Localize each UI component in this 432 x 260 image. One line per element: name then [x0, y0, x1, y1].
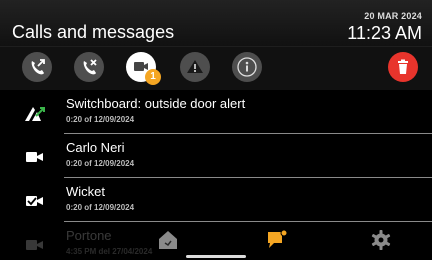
clock: 11:23 AM [347, 23, 422, 43]
list-item[interactable]: Switchboard: outside door alert 0:20 of … [0, 90, 432, 134]
list-item-name: Carlo Neri [66, 140, 125, 155]
filter-toolbar: 1 [0, 46, 432, 90]
date-label: 20 MAR 2024 [364, 11, 422, 21]
trash-icon [398, 59, 408, 74]
warning-icon [187, 60, 203, 73]
list-item-name: Wicket [66, 184, 105, 199]
list-item-time: 0:20 of 12/09/2024 [66, 159, 135, 168]
list-item[interactable]: Wicket 0:20 of 12/09/2024 [0, 178, 432, 222]
nav-home-button[interactable] [156, 228, 180, 252]
header: Calls and messages 20 MAR 2024 11:23 AM [0, 0, 432, 46]
home-icon [159, 231, 177, 249]
video-messages-filter-button[interactable]: 1 [126, 52, 161, 85]
phone-arrow-icon [31, 59, 45, 75]
page-title: Calls and messages [12, 22, 175, 42]
phone-missed-icon [83, 59, 97, 75]
alarms-filter-button[interactable] [180, 52, 210, 82]
list-item-time: 0:20 of 12/09/2024 [66, 115, 135, 124]
info-icon [237, 57, 257, 77]
chat-icon [268, 229, 288, 248]
nav-messages-button[interactable] [265, 228, 289, 252]
missed-calls-filter-button[interactable] [74, 52, 104, 82]
list-item[interactable]: Carlo Neri 0:20 of 12/09/2024 [0, 134, 432, 178]
list-item-name: Switchboard: outside door alert [66, 96, 246, 111]
delete-button[interactable] [388, 52, 418, 82]
video-check-icon [26, 196, 43, 206]
unread-badge: 1 [145, 69, 161, 85]
alarm-door-icon [25, 107, 45, 121]
home-indicator[interactable] [186, 255, 246, 258]
gear-icon [371, 230, 391, 250]
list-item-time: 0:20 of 12/09/2024 [66, 203, 135, 212]
nav-settings-button[interactable] [369, 228, 393, 252]
answered-calls-filter-button[interactable] [22, 52, 52, 82]
info-filter-button[interactable] [232, 52, 262, 82]
video-camera-icon [26, 152, 43, 162]
